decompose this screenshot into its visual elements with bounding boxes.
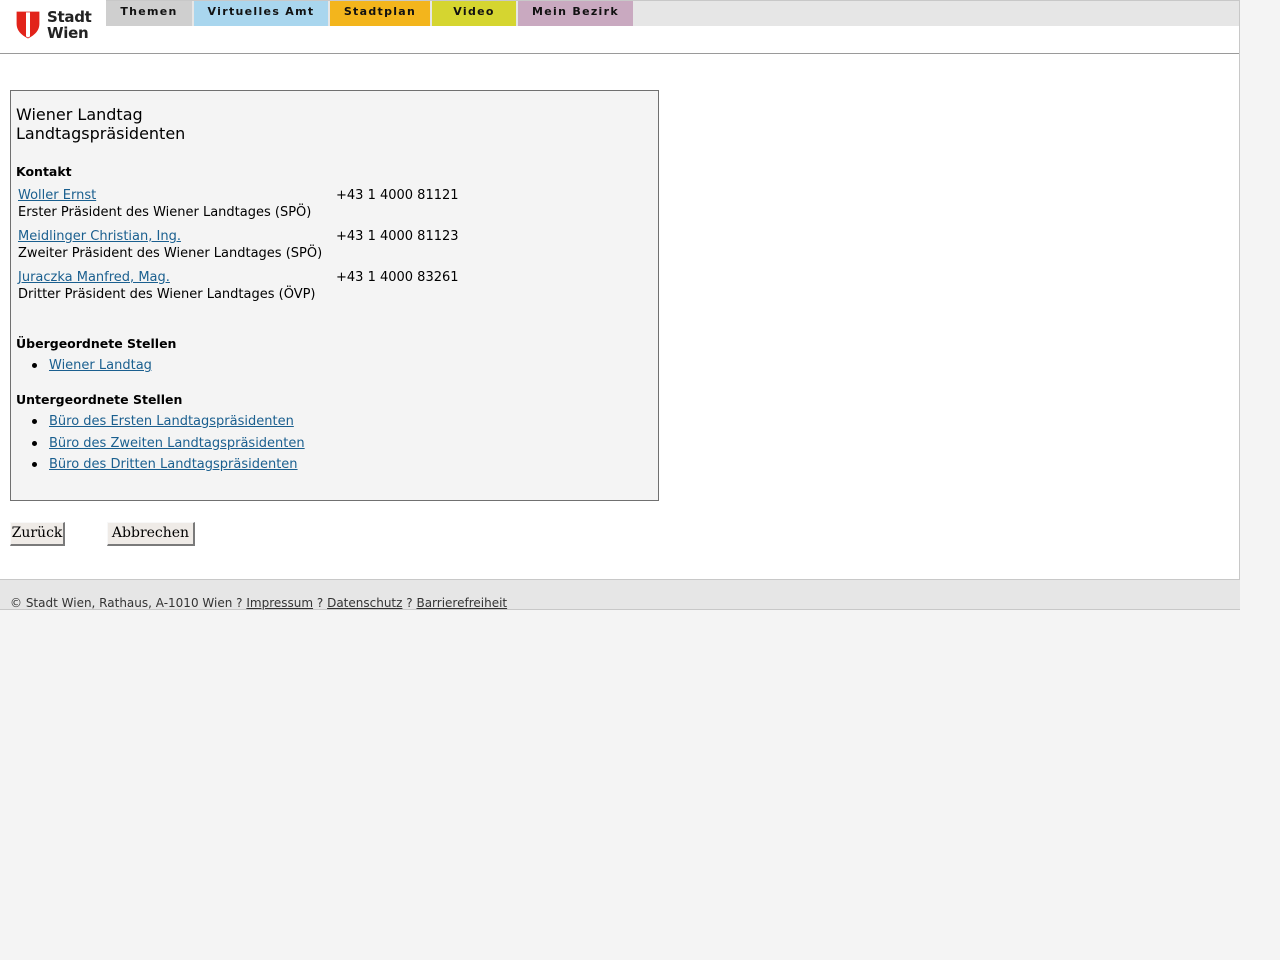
header: Stadt Wien Themen Virtuelles Amt Stadtpl… (0, 0, 1239, 54)
footer: © Stadt Wien, Rathaus, A-1010 Wien ? Imp… (0, 579, 1240, 610)
child-unit-link[interactable]: Büro des Zweiten Landtagspräsidenten (49, 436, 305, 451)
child-units-list: Büro des Ersten Landtagspräsidenten Büro… (16, 414, 305, 479)
contact-row: Meidlinger Christian, Ing. Zweiter Präsi… (18, 229, 638, 263)
contact-row: Juraczka Manfred, Mag. Dritter Präsident… (18, 270, 638, 304)
parent-unit-link[interactable]: Wiener Landtag (49, 358, 152, 373)
logo-line-2: Wien (47, 24, 89, 42)
footer-link-datenschutz[interactable]: Datenschutz (327, 596, 402, 610)
contact-heading: Kontakt (16, 164, 72, 179)
list-item: Büro des Ersten Landtagspräsidenten (16, 414, 305, 436)
contact-name-link[interactable]: Juraczka Manfred, Mag. (18, 270, 170, 286)
nav-tab-themen[interactable]: Themen (106, 1, 192, 26)
contact-phone: +43 1 4000 83261 (336, 270, 459, 285)
child-units-heading: Untergeordnete Stellen (16, 392, 183, 407)
parent-units-list: Wiener Landtag (16, 358, 152, 380)
nav-tab-virtuelles-amt[interactable]: Virtuelles Amt (194, 1, 328, 26)
footer-separator: ? (406, 596, 413, 610)
back-button[interactable]: Zurück (10, 522, 65, 546)
contact-role: Dritter Präsident des Wiener Landtages (… (18, 287, 316, 302)
footer-separator: ? (236, 596, 243, 610)
nav-tab-mein-bezirk[interactable]: Mein Bezirk (518, 1, 633, 26)
page-title-line-2: Landtagspräsidenten (16, 124, 186, 143)
logo-text: Stadt Wien (47, 9, 92, 41)
contact-role: Zweiter Präsident des Wiener Landtages (… (18, 246, 323, 261)
child-unit-link[interactable]: Büro des Ersten Landtagspräsidenten (49, 414, 294, 429)
list-item: Wiener Landtag (16, 358, 152, 380)
contact-phone: +43 1 4000 81123 (336, 229, 459, 244)
contact-name-link[interactable]: Meidlinger Christian, Ing. (18, 229, 181, 245)
logo-line-1: Stadt (47, 8, 92, 26)
page-title-line-1: Wiener Landtag (16, 105, 143, 124)
parent-units-heading: Übergeordnete Stellen (16, 336, 177, 351)
child-unit-link[interactable]: Büro des Dritten Landtagspräsidenten (49, 457, 298, 472)
stadt-wien-logo[interactable]: Stadt Wien (16, 9, 96, 43)
footer-text: © Stadt Wien, Rathaus, A-1010 Wien ? Imp… (10, 596, 507, 610)
bullet-icon (32, 462, 37, 467)
list-item: Büro des Dritten Landtagspräsidenten (16, 457, 305, 479)
bullet-icon (32, 419, 37, 424)
footer-copyright: © Stadt Wien, Rathaus, A-1010 Wien (10, 596, 233, 610)
cancel-button[interactable]: Abbrechen (107, 522, 195, 546)
contact-phone: +43 1 4000 81121 (336, 188, 459, 203)
main-nav: Themen Virtuelles Amt Stadtplan Video Me… (106, 1, 635, 26)
footer-link-impressum[interactable]: Impressum (246, 596, 313, 610)
nav-tab-video[interactable]: Video (432, 1, 516, 26)
bullet-icon (32, 440, 37, 446)
footer-separator: ? (316, 596, 324, 610)
nav-tab-stadtplan[interactable]: Stadtplan (330, 1, 430, 26)
content-box: Wiener Landtag Landtagspräsidenten Konta… (10, 90, 659, 501)
contact-role: Erster Präsident des Wiener Landtages (S… (18, 205, 312, 220)
contact-name-link[interactable]: Woller Ernst (18, 188, 96, 204)
contact-row: Woller Ernst Erster Präsident des Wiener… (18, 188, 638, 222)
bullet-icon (32, 363, 37, 368)
footer-link-barrierefreiheit[interactable]: Barrierefreiheit (416, 596, 507, 610)
page: Stadt Wien Themen Virtuelles Amt Stadtpl… (0, 0, 1240, 580)
wien-shield-icon (16, 11, 40, 39)
list-item: Büro des Zweiten Landtagspräsidenten (16, 436, 305, 458)
